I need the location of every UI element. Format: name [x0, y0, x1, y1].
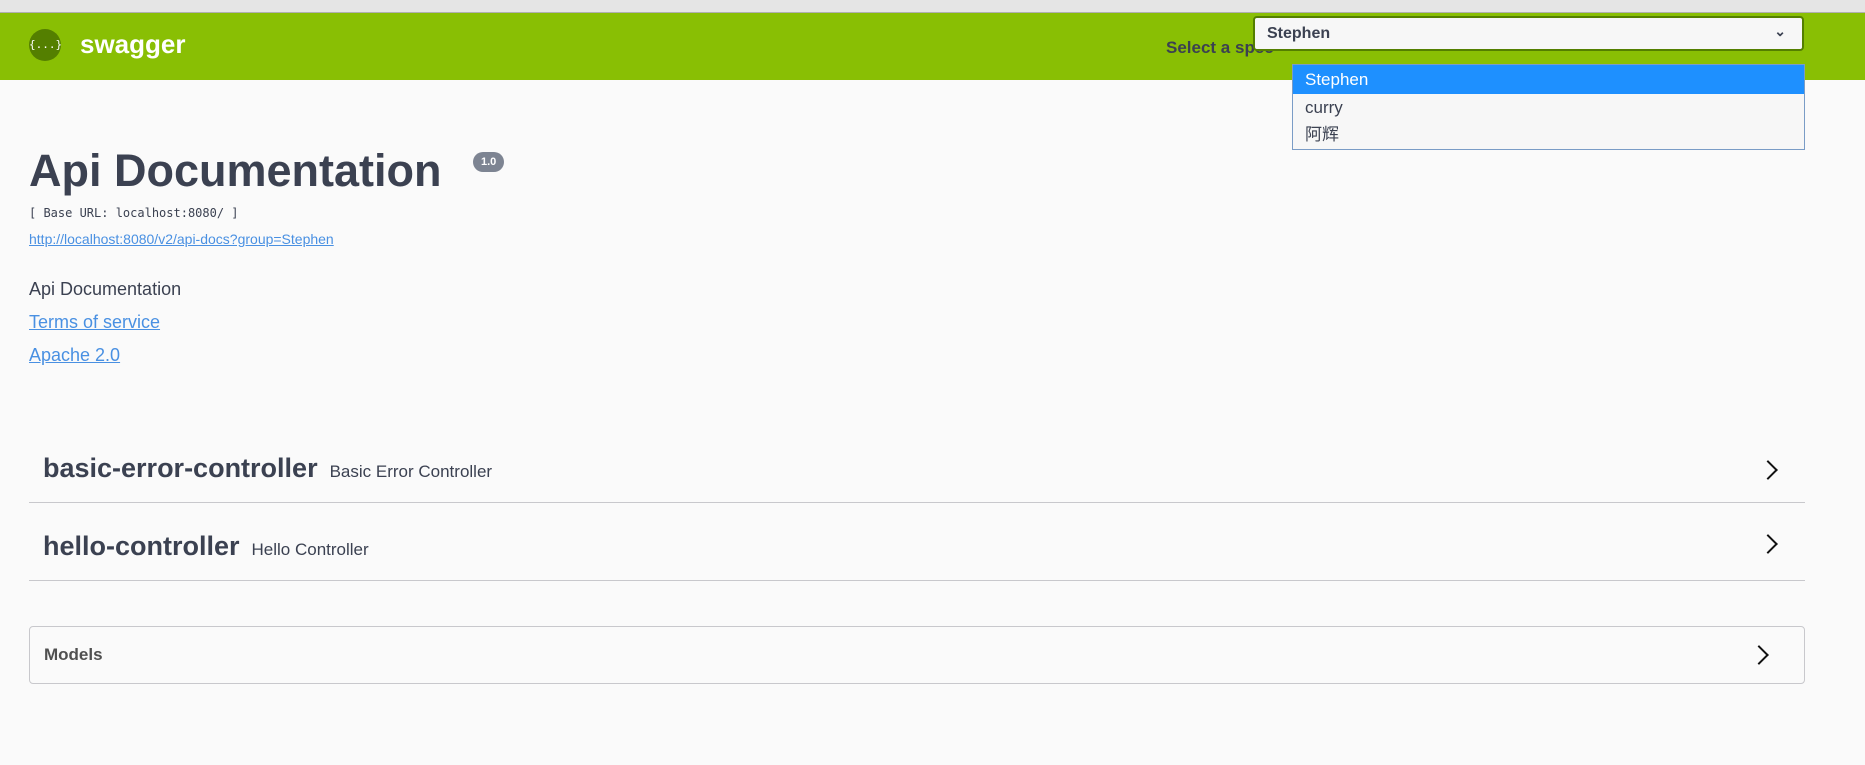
- spec-url-link[interactable]: http://localhost:8080/v2/api-docs?group=…: [29, 231, 334, 247]
- tag-name: hello-controller: [43, 531, 240, 561]
- chevron-right-icon[interactable]: [1758, 534, 1778, 554]
- tag-name: basic-error-controller: [43, 453, 318, 483]
- page-title: Api Documentation: [29, 145, 442, 196]
- spec-select[interactable]: Stephen ⌄: [1253, 16, 1804, 51]
- api-description: Api Documentation: [29, 279, 182, 299]
- tag-section-hello-controller[interactable]: hello-controller Hello Controller: [29, 503, 1805, 581]
- base-url: [ Base URL: localhost:8080/ ]: [29, 206, 239, 220]
- browser-strip: [0, 0, 1865, 13]
- spec-option[interactable]: curry: [1293, 94, 1804, 121]
- spec-option[interactable]: Stephen: [1293, 65, 1804, 94]
- spec-option[interactable]: 阿辉: [1293, 121, 1804, 148]
- license-link[interactable]: Apache 2.0: [29, 345, 120, 366]
- spec-options-list: Stephen curry 阿辉: [1292, 64, 1805, 150]
- terms-link[interactable]: Terms of service: [29, 312, 160, 333]
- chevron-down-icon: ⌄: [1774, 23, 1786, 39]
- models-title: Models: [44, 645, 103, 664]
- chevron-right-icon[interactable]: [1749, 645, 1769, 665]
- tag-description: Basic Error Controller: [329, 462, 493, 481]
- tag-section-basic-error-controller[interactable]: basic-error-controller Basic Error Contro…: [29, 440, 1805, 503]
- chevron-right-icon[interactable]: [1758, 460, 1778, 480]
- brand-name[interactable]: swagger: [80, 29, 186, 60]
- swagger-logo-icon[interactable]: {...}: [29, 29, 62, 61]
- selected-spec: Stephen: [1267, 25, 1331, 42]
- version-badge: 1.0: [473, 152, 505, 172]
- tag-description: Hello Controller: [251, 540, 369, 559]
- models-section[interactable]: Models: [29, 626, 1805, 684]
